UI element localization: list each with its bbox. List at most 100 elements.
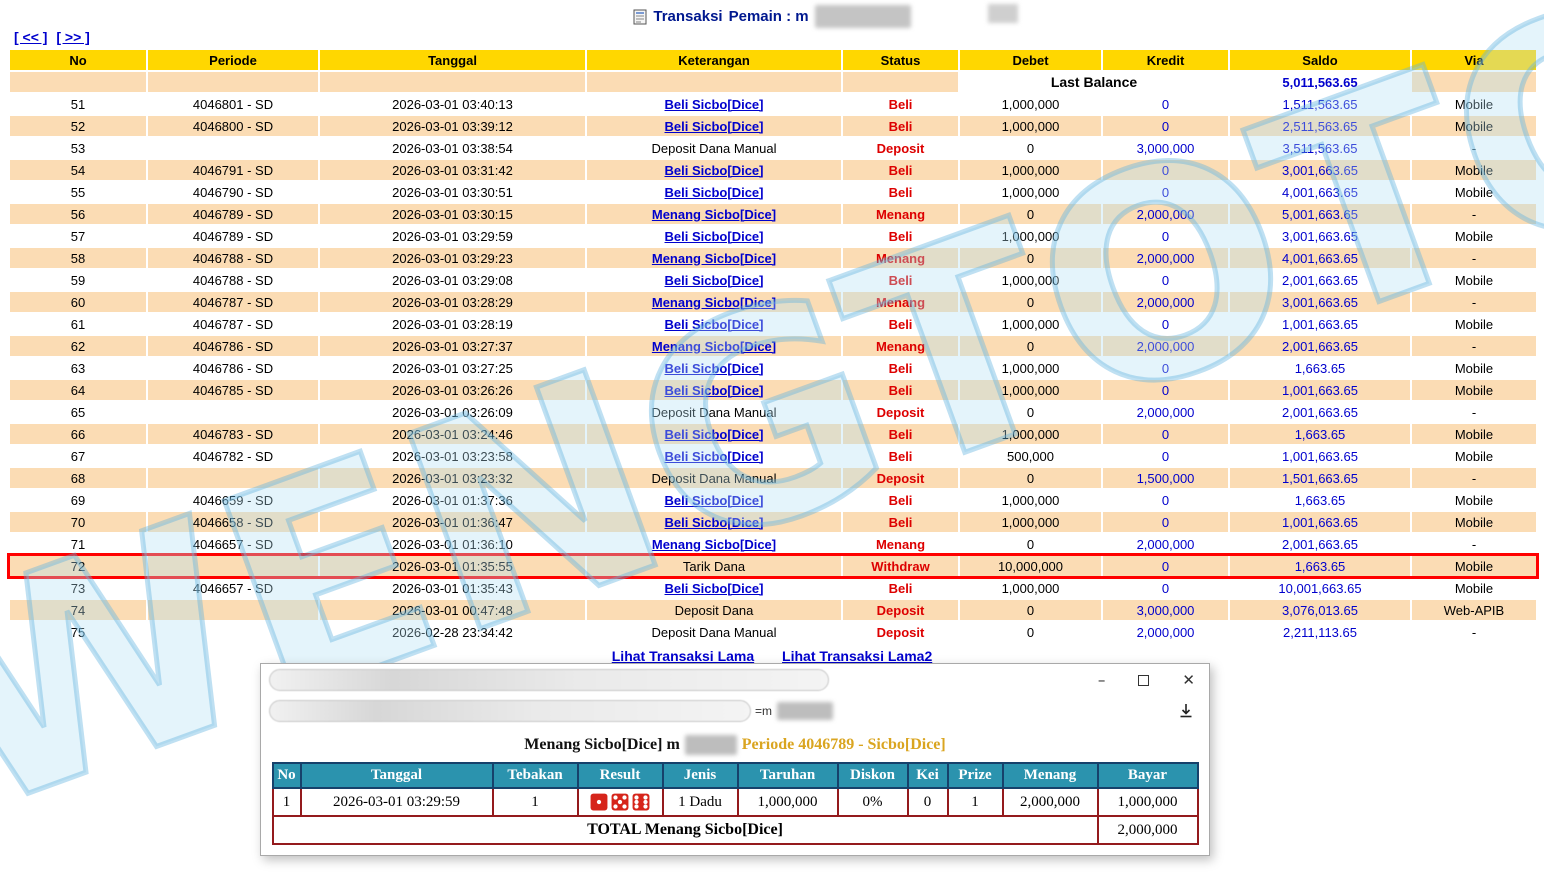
prev-page-link[interactable]: [ << ] bbox=[14, 29, 47, 45]
cell-saldo: 4,001,663.65 bbox=[1230, 182, 1410, 202]
detail-column-header-no: No bbox=[271, 762, 302, 789]
cell-no: 61 bbox=[10, 314, 146, 334]
cell-debet: 0 bbox=[960, 204, 1101, 224]
cell-kredit: 3,000,000 bbox=[1103, 600, 1228, 620]
keterangan-link[interactable]: Menang Sicbo[Dice] bbox=[652, 537, 776, 552]
cell-no: 74 bbox=[10, 600, 146, 620]
cell-saldo: 2,511,563.65 bbox=[1230, 116, 1410, 136]
maximize-icon[interactable] bbox=[1138, 674, 1150, 686]
cell-saldo: 1,001,663.65 bbox=[1230, 446, 1410, 466]
cell-keterangan: Menang Sicbo[Dice] bbox=[587, 248, 841, 268]
cell-no: 66 bbox=[10, 424, 146, 444]
cell-periode: 4046787 - SD bbox=[148, 292, 318, 312]
lihat-transaksi-lama-link[interactable]: Lihat Transaksi Lama bbox=[612, 648, 754, 664]
sicbo-detail-table: No Tanggal Tebakan Result Jenis Taruhan Diskon… bbox=[271, 762, 1199, 845]
cell-keterangan: Beli Sicbo[Dice] bbox=[587, 226, 841, 246]
cell-periode bbox=[148, 600, 318, 620]
keterangan-link[interactable]: Beli Sicbo[Dice] bbox=[665, 383, 764, 398]
cell-status: Menang bbox=[843, 204, 958, 224]
cell-kredit: 2,000,000 bbox=[1103, 336, 1228, 356]
transaction-row-51: 51 4046801 - SD 2026-03-01 03:40:13 Beli Si… bbox=[10, 94, 1536, 114]
keterangan-link[interactable]: Beli Sicbo[Dice] bbox=[665, 361, 764, 376]
keterangan-link[interactable]: Beli Sicbo[Dice] bbox=[665, 163, 764, 178]
keterangan-link[interactable]: Menang Sicbo[Dice] bbox=[652, 295, 776, 310]
detail-column-header-menang: Menang bbox=[1001, 762, 1099, 789]
cell-status: Menang bbox=[843, 248, 958, 268]
cell-kredit: 0 bbox=[1103, 512, 1228, 532]
close-icon[interactable]: ✕ bbox=[1182, 672, 1195, 688]
transaction-row-54: 54 4046791 - SD 2026-03-01 03:31:42 Beli Si… bbox=[10, 160, 1536, 180]
cell-via: Mobile bbox=[1412, 556, 1536, 576]
cell-tanggal: 2026-03-01 03:27:25 bbox=[320, 358, 585, 378]
cell-status: Withdraw bbox=[843, 556, 958, 576]
keterangan-link[interactable]: Beli Sicbo[Dice] bbox=[665, 119, 764, 134]
cell-no: 69 bbox=[10, 490, 146, 510]
empty-cell bbox=[148, 72, 318, 92]
transaction-row-53: 53 2026-03-01 03:38:54 Deposit Dana Manual… bbox=[10, 138, 1536, 158]
keterangan-link[interactable]: Beli Sicbo[Dice] bbox=[665, 515, 764, 530]
minimize-icon[interactable]: – bbox=[1098, 672, 1106, 688]
cell-status: Beli bbox=[843, 446, 958, 466]
cell-status: Beli bbox=[843, 578, 958, 598]
cell-via: Mobile bbox=[1412, 512, 1536, 532]
total-label: TOTAL Menang Sicbo[Dice] bbox=[271, 815, 1099, 845]
transaction-row-74: 74 2026-03-01 00:47:48 Deposit Dana Deposit… bbox=[10, 600, 1536, 620]
cell-periode: 4046657 - SD bbox=[148, 578, 318, 598]
cell-saldo: 4,001,663.65 bbox=[1230, 248, 1410, 268]
cell-debet: 0 bbox=[960, 292, 1101, 312]
cell-debet: 1,000,000 bbox=[960, 490, 1101, 510]
keterangan-link[interactable]: Beli Sicbo[Dice] bbox=[665, 97, 764, 112]
cell-debet: 1,000,000 bbox=[960, 94, 1101, 114]
keterangan-link[interactable]: Menang Sicbo[Dice] bbox=[652, 339, 776, 354]
cell-keterangan: Menang Sicbo[Dice] bbox=[587, 204, 841, 224]
keterangan-link[interactable]: Menang Sicbo[Dice] bbox=[652, 207, 776, 222]
cell-keterangan: Menang Sicbo[Dice] bbox=[587, 336, 841, 356]
next-page-link[interactable]: [ >> ] bbox=[56, 29, 89, 45]
empty-cell bbox=[843, 72, 958, 92]
keterangan-link[interactable]: Beli Sicbo[Dice] bbox=[665, 229, 764, 244]
keterangan-link[interactable]: Beli Sicbo[Dice] bbox=[665, 449, 764, 464]
cell-saldo: 1,501,663.65 bbox=[1230, 468, 1410, 488]
cell-debet: 0 bbox=[960, 138, 1101, 158]
keterangan-link[interactable]: Beli Sicbo[Dice] bbox=[665, 493, 764, 508]
detail-cell-tebakan: 1 bbox=[491, 787, 579, 817]
transaction-row-73: 73 4046657 - SD 2026-03-01 01:35:43 Beli Si… bbox=[10, 578, 1536, 598]
keterangan-link[interactable]: Beli Sicbo[Dice] bbox=[665, 317, 764, 332]
cell-kredit: 2,000,000 bbox=[1103, 204, 1228, 224]
keterangan-link[interactable]: Beli Sicbo[Dice] bbox=[665, 427, 764, 442]
cell-tanggal: 2026-03-01 03:30:51 bbox=[320, 182, 585, 202]
cell-periode: 4046789 - SD bbox=[148, 204, 318, 224]
detail-cell-menang: 2,000,000 bbox=[1001, 787, 1099, 817]
transaction-row-70: 70 4046658 - SD 2026-03-01 01:36:47 Beli Si… bbox=[10, 512, 1536, 532]
cell-debet: 0 bbox=[960, 622, 1101, 642]
cell-status: Beli bbox=[843, 512, 958, 532]
transactions-table: No Periode Tanggal Keterangan Status Debet Kre… bbox=[7, 48, 1539, 644]
keterangan-link[interactable]: Beli Sicbo[Dice] bbox=[665, 185, 764, 200]
last-balance-row: Last Balance 5,011,563.65 bbox=[10, 72, 1536, 92]
keterangan-link[interactable]: Menang Sicbo[Dice] bbox=[652, 251, 776, 266]
download-icon[interactable] bbox=[1177, 702, 1195, 720]
keterangan-link[interactable]: Beli Sicbo[Dice] bbox=[665, 273, 764, 288]
cell-kredit: 3,000,000 bbox=[1103, 138, 1228, 158]
cell-keterangan: Beli Sicbo[Dice] bbox=[587, 490, 841, 510]
cell-keterangan: Deposit Dana Manual bbox=[587, 402, 841, 422]
column-header-saldo: Saldo bbox=[1230, 50, 1410, 70]
lihat-transaksi-lama2-link[interactable]: Lihat Transaksi Lama2 bbox=[782, 648, 932, 664]
cell-saldo: 10,001,663.65 bbox=[1230, 578, 1410, 598]
transaction-row-68: 68 2026-03-01 03:23:32 Deposit Dana Manual… bbox=[10, 468, 1536, 488]
cell-periode: 4046783 - SD bbox=[148, 424, 318, 444]
player-label: Pemain : m bbox=[728, 8, 809, 25]
cell-status: Deposit bbox=[843, 138, 958, 158]
cell-status: Menang bbox=[843, 336, 958, 356]
cell-keterangan: Beli Sicbo[Dice] bbox=[587, 94, 841, 114]
last-balance-value: 5,011,563.65 bbox=[1230, 72, 1410, 92]
cell-kredit: 2,000,000 bbox=[1103, 292, 1228, 312]
transaction-row-52: 52 4046800 - SD 2026-03-01 03:39:12 Beli Si… bbox=[10, 116, 1536, 136]
cell-keterangan: Beli Sicbo[Dice] bbox=[587, 446, 841, 466]
transaction-icon bbox=[633, 9, 647, 25]
detail-column-header-prize: Prize bbox=[946, 762, 1004, 789]
transaction-row-71: 71 4046657 - SD 2026-03-01 01:36:10 Menang … bbox=[10, 534, 1536, 554]
empty-cell bbox=[1412, 72, 1536, 92]
keterangan-link[interactable]: Beli Sicbo[Dice] bbox=[665, 581, 764, 596]
cell-tanggal: 2026-02-28 23:34:42 bbox=[320, 622, 585, 642]
